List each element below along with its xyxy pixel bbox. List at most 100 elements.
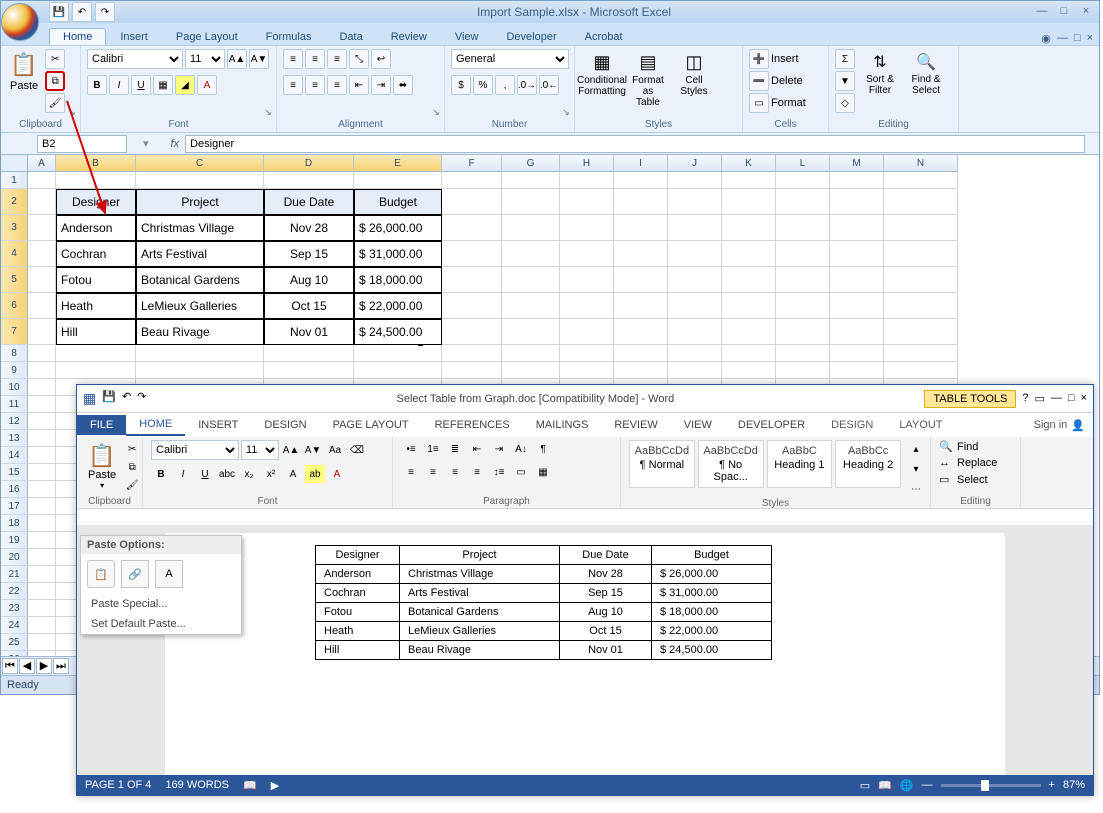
- col-header[interactable]: N: [884, 155, 958, 172]
- context-tab-design[interactable]: DESIGN: [818, 415, 886, 435]
- col-header[interactable]: A: [28, 155, 56, 172]
- cell[interactable]: [614, 345, 668, 362]
- col-header[interactable]: D: [264, 155, 354, 172]
- help-icon[interactable]: ◉: [1041, 32, 1051, 45]
- table-cell[interactable]: $ 31,000.00: [354, 241, 442, 267]
- style-card[interactable]: AaBbCHeading 1: [767, 440, 833, 488]
- table-header[interactable]: Due Date: [560, 546, 652, 565]
- row-header[interactable]: 9: [1, 362, 28, 379]
- col-header[interactable]: K: [722, 155, 776, 172]
- font-name-select[interactable]: Calibri: [151, 440, 239, 460]
- row-header[interactable]: 15: [1, 464, 28, 481]
- sheet-nav-prev[interactable]: ◀: [19, 658, 35, 674]
- table-cell[interactable]: Cochran: [56, 241, 136, 267]
- row-header[interactable]: 17: [1, 498, 28, 515]
- qat-redo-icon[interactable]: ↷: [95, 2, 115, 22]
- cell[interactable]: [722, 215, 776, 241]
- cell[interactable]: [884, 172, 958, 189]
- border-button[interactable]: ▦: [153, 75, 173, 95]
- cell[interactable]: [502, 345, 560, 362]
- table-cell[interactable]: Sep 15: [560, 584, 652, 603]
- numbering-icon[interactable]: 1≡: [423, 440, 443, 458]
- col-header[interactable]: B: [56, 155, 136, 172]
- italic-button[interactable]: I: [109, 75, 129, 95]
- align-bottom-icon[interactable]: ≡: [327, 49, 347, 69]
- cell[interactable]: [668, 241, 722, 267]
- clear-formatting-icon[interactable]: ⌫: [347, 441, 367, 459]
- tab-home[interactable]: Home: [49, 28, 106, 45]
- cell[interactable]: [830, 345, 884, 362]
- borders-icon[interactable]: ▦: [533, 463, 553, 481]
- paste-merge-icon[interactable]: 🔗: [121, 560, 149, 588]
- qat-undo-icon[interactable]: ↶: [72, 2, 92, 22]
- cell[interactable]: [830, 189, 884, 215]
- cell[interactable]: [502, 267, 560, 293]
- cell[interactable]: [502, 319, 560, 345]
- cell[interactable]: [614, 189, 668, 215]
- qat-redo-icon[interactable]: ↷: [137, 390, 146, 407]
- row-header[interactable]: 13: [1, 430, 28, 447]
- row-header[interactable]: 23: [1, 600, 28, 617]
- row-header[interactable]: 1: [1, 172, 28, 189]
- cell[interactable]: [442, 362, 502, 379]
- table-cell[interactable]: Botanical Gardens: [400, 603, 560, 622]
- table-header[interactable]: Designer: [56, 189, 136, 215]
- currency-icon[interactable]: $: [451, 75, 471, 95]
- underline-button[interactable]: U: [195, 465, 215, 483]
- cell[interactable]: [722, 267, 776, 293]
- table-cell[interactable]: $ 22,000.00: [652, 622, 772, 641]
- row-header[interactable]: 18: [1, 515, 28, 532]
- paste-keep-source-icon[interactable]: 📋: [87, 560, 115, 588]
- tab-view[interactable]: View: [441, 28, 493, 45]
- tab-developer[interactable]: DEVELOPER: [725, 415, 818, 435]
- cell[interactable]: [722, 319, 776, 345]
- cell[interactable]: [442, 345, 502, 362]
- cell[interactable]: [28, 362, 56, 379]
- cell[interactable]: [28, 241, 56, 267]
- cell[interactable]: [776, 362, 830, 379]
- cell[interactable]: [354, 172, 442, 189]
- restore-button[interactable]: □: [1055, 5, 1073, 19]
- table-cell[interactable]: $ 24,500.00: [652, 641, 772, 660]
- sheet-nav-first[interactable]: ⏮: [2, 658, 18, 674]
- page-counter[interactable]: PAGE 1 OF 4: [85, 779, 151, 791]
- cell[interactable]: [668, 293, 722, 319]
- tab-page-layout[interactable]: Page Layout: [162, 28, 252, 45]
- cell[interactable]: [884, 345, 958, 362]
- cell[interactable]: [56, 172, 136, 189]
- table-header[interactable]: Budget: [652, 546, 772, 565]
- cell[interactable]: [560, 241, 614, 267]
- cell[interactable]: [776, 189, 830, 215]
- col-header[interactable]: M: [830, 155, 884, 172]
- shading-icon[interactable]: ▭: [511, 463, 531, 481]
- format-painter-icon[interactable]: 🖌: [122, 476, 142, 494]
- cell[interactable]: [884, 319, 958, 345]
- table-cell[interactable]: Christmas Village: [400, 565, 560, 584]
- cell[interactable]: [884, 293, 958, 319]
- table-cell[interactable]: $ 26,000.00: [354, 215, 442, 241]
- table-cell[interactable]: $ 22,000.00: [354, 293, 442, 319]
- table-cell[interactable]: $ 24,500.00: [354, 319, 442, 345]
- cut-icon[interactable]: ✂: [122, 440, 142, 458]
- cell[interactable]: [884, 215, 958, 241]
- help-icon[interactable]: ?: [1022, 392, 1028, 405]
- tab-references[interactable]: REFERENCES: [422, 415, 523, 435]
- table-cell[interactable]: Aug 10: [560, 603, 652, 622]
- clipboard-launcher[interactable]: ↘: [66, 106, 78, 118]
- cell[interactable]: [264, 345, 354, 362]
- row-header[interactable]: 2: [1, 189, 28, 215]
- table-header[interactable]: Project: [400, 546, 560, 565]
- increase-decimal-icon[interactable]: .0→: [517, 75, 537, 95]
- grow-font-icon[interactable]: A▲: [227, 49, 247, 69]
- cell[interactable]: [614, 267, 668, 293]
- tab-developer[interactable]: Developer: [492, 28, 570, 45]
- font-color-button[interactable]: A: [197, 75, 217, 95]
- cell[interactable]: [28, 293, 56, 319]
- cell[interactable]: [28, 549, 56, 566]
- justify-icon[interactable]: ≡: [467, 463, 487, 481]
- tab-design[interactable]: DESIGN: [251, 415, 319, 435]
- cell[interactable]: [502, 293, 560, 319]
- cell[interactable]: [722, 345, 776, 362]
- table-cell[interactable]: Fotou: [316, 603, 400, 622]
- table-header[interactable]: Budget: [354, 189, 442, 215]
